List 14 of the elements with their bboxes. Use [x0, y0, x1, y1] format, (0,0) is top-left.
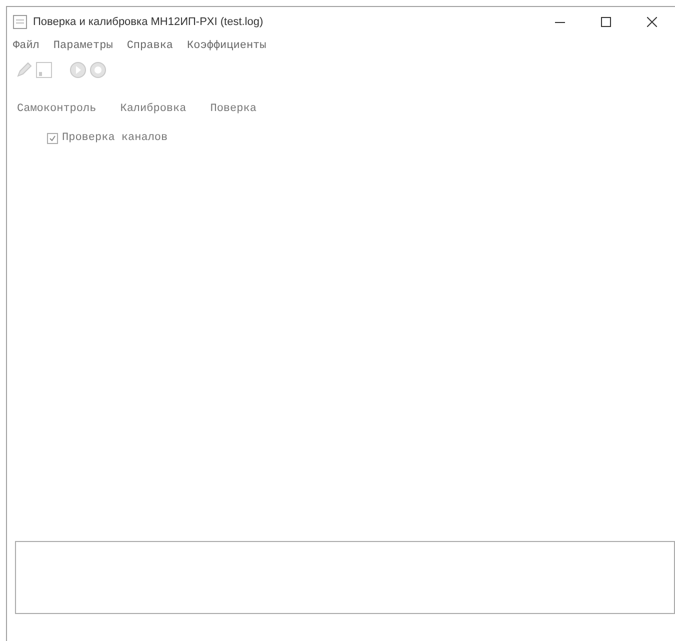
- window-title: Поверка и калибровка МН12ИП-PXI (test.log): [33, 14, 264, 30]
- menu-item[interactable]: Параметры: [53, 38, 113, 54]
- menu-item[interactable]: Коэффициенты: [187, 38, 266, 54]
- checkbox[interactable]: [47, 132, 58, 144]
- app-icon: [13, 15, 27, 29]
- log-panel[interactable]: [15, 541, 675, 614]
- tab[interactable]: Самоконтроль: [17, 100, 96, 118]
- checkbox-label: Проверка каналов: [62, 130, 168, 146]
- tab[interactable]: Поверка: [210, 100, 256, 118]
- tab[interactable]: Калибровка: [120, 100, 186, 118]
- menu-item[interactable]: Справка: [126, 38, 174, 54]
- close-icon: [647, 17, 657, 27]
- menu-item[interactable]: Файл: [13, 38, 40, 54]
- maximize-icon: [601, 17, 611, 27]
